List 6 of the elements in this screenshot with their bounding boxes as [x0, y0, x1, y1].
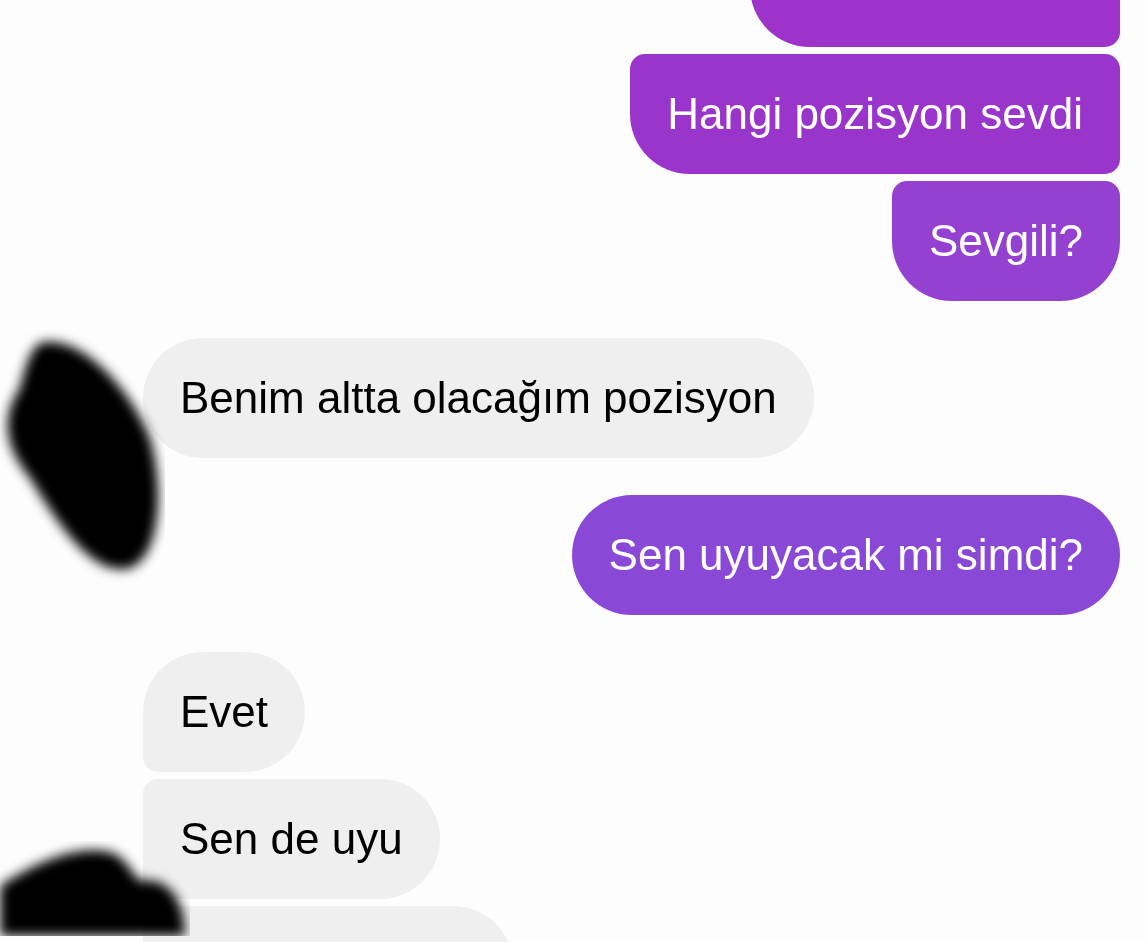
sent-message-bubble: Sen uyuyacak mi simdi? — [571, 495, 1120, 615]
received-message-bubble: Benim altta olacağım pozisyon — [143, 338, 814, 458]
sent-message-bubble: Hangi pozisyon sevdi — [630, 54, 1120, 174]
sent-message-bubble: Sevgili? — [891, 181, 1120, 301]
received-message-bubble: Evet — [143, 652, 306, 772]
received-message-bubble: Sen de uyu — [143, 779, 440, 899]
